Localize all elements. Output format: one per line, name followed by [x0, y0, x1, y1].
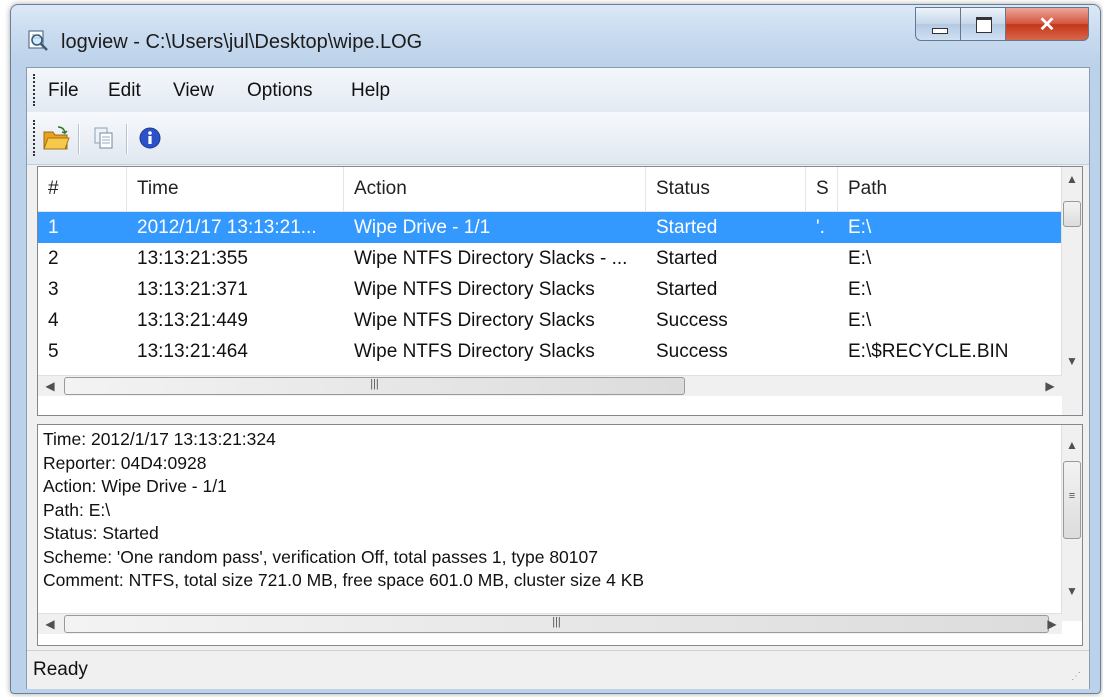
title-bar[interactable]: logview - C:\Users\jul\Desktop\wipe.LOG …: [11, 5, 1100, 67]
scroll-right-arrow-icon[interactable]: ▶: [1040, 376, 1060, 396]
cell-number: 3: [48, 279, 59, 300]
maximize-button[interactable]: [960, 7, 1006, 41]
menu-bar: File Edit View Options Help: [27, 68, 1089, 112]
size-grip-icon[interactable]: ⋰: [1071, 671, 1085, 685]
toolbar-separator: [78, 124, 80, 154]
magnifier-log-icon: [28, 30, 48, 51]
cell-path: E:\: [848, 279, 872, 300]
cell-number: 5: [48, 341, 59, 362]
cell-path: E:\$RECYCLE.BIN: [848, 341, 1009, 362]
close-icon: ✕: [1038, 14, 1056, 36]
list-vertical-scrollbar[interactable]: ▲ ▼: [1061, 167, 1082, 395]
minimize-icon: [932, 28, 948, 34]
detail-vertical-scrollbar[interactable]: ▲ ≡ ▼: [1061, 425, 1082, 621]
cell-s: [806, 274, 838, 305]
cell-action: Wipe NTFS Directory Slacks: [354, 310, 595, 331]
cell-status: Success: [656, 341, 728, 362]
detail-line: Comment: NTFS, total size 721.0 MB, free…: [43, 570, 645, 590]
cell-status: Started: [656, 217, 718, 238]
menu-file[interactable]: File: [48, 80, 79, 102]
log-list[interactable]: # Time Action Status S Path 1 2012/1/17 1…: [37, 166, 1083, 416]
maximize-icon: [976, 17, 992, 33]
scroll-left-arrow-icon[interactable]: ◀: [40, 376, 60, 396]
list-horizontal-scrollbar[interactable]: ◀ ||| ▶: [38, 375, 1062, 396]
menu-view[interactable]: View: [173, 80, 214, 102]
grip-lines-icon: |||: [552, 616, 561, 628]
grip-lines-icon: |||: [370, 378, 379, 390]
cell-s: [806, 305, 838, 336]
toolbar-separator: [126, 124, 128, 154]
detail-line: Scheme: 'One random pass', verification …: [43, 546, 598, 567]
client-area: File Edit View Options Help # Time Actio…: [26, 67, 1090, 689]
minimize-button[interactable]: [915, 7, 961, 41]
cell-action: Wipe NTFS Directory Slacks: [354, 341, 595, 362]
toolbar: [27, 112, 1089, 165]
cell-status: Started: [656, 279, 718, 300]
scroll-right-arrow-icon[interactable]: ▶: [1042, 614, 1062, 634]
column-header-action[interactable]: Action: [344, 167, 646, 211]
cell-status: Started: [656, 248, 718, 269]
table-row[interactable]: 5 13:13:21:464 Wipe NTFS Directory Slacks S…: [38, 336, 1062, 367]
detail-horizontal-scrollbar[interactable]: ◀ ||| ▶: [38, 613, 1062, 634]
cell-number: 1: [48, 217, 59, 238]
cell-number: 2: [48, 248, 59, 269]
detail-horizontal-thumb[interactable]: |||: [64, 615, 1049, 633]
detail-vertical-thumb[interactable]: ≡: [1063, 461, 1081, 539]
menu-help[interactable]: Help: [351, 80, 390, 102]
menu-grip[interactable]: [33, 74, 38, 106]
column-header-s[interactable]: S: [806, 167, 838, 211]
cell-s: '.: [816, 217, 825, 238]
cell-action: Wipe NTFS Directory Slacks: [354, 279, 595, 300]
scroll-up-arrow-icon[interactable]: ▲: [1062, 435, 1082, 455]
detail-line: Status: Started: [43, 523, 159, 543]
table-row[interactable]: 2 13:13:21:355 Wipe NTFS Directory Slacks …: [38, 243, 1062, 274]
cell-time: 13:13:21:371: [137, 279, 248, 300]
detail-line: Reporter: 04D4:0928: [43, 452, 207, 473]
grip-lines-icon: ≡: [1068, 490, 1076, 502]
cell-action: Wipe NTFS Directory Slacks - ...: [354, 248, 628, 269]
list-header: # Time Action Status S Path: [38, 167, 1062, 212]
cell-number: 4: [48, 310, 59, 331]
cell-time: 13:13:21:355: [137, 248, 248, 269]
scroll-down-arrow-icon[interactable]: ▼: [1062, 581, 1082, 601]
open-folder-icon[interactable]: [41, 123, 71, 153]
detail-pane[interactable]: Time: 2012/1/17 13:13:21:324 Reporter: 04…: [37, 424, 1083, 646]
status-bar: Ready ⋰: [27, 650, 1089, 689]
copy-icon[interactable]: [89, 123, 119, 153]
scroll-left-arrow-icon[interactable]: ◀: [40, 614, 60, 634]
cell-path: E:\: [848, 248, 872, 269]
column-header-number[interactable]: #: [38, 167, 127, 211]
column-header-status[interactable]: Status: [646, 167, 806, 211]
menu-edit[interactable]: Edit: [108, 80, 141, 102]
table-row[interactable]: 1 2012/1/17 13:13:21... Wipe Drive - 1/1 St…: [38, 212, 1062, 243]
scroll-corner: [1062, 375, 1082, 415]
cell-time: 13:13:21:449: [137, 310, 248, 331]
window-title: logview - C:\Users\jul\Desktop\wipe.LOG: [61, 31, 423, 53]
list-vertical-thumb[interactable]: [1063, 201, 1081, 227]
scroll-down-arrow-icon[interactable]: ▼: [1062, 351, 1082, 371]
toolbar-grip[interactable]: [33, 120, 38, 156]
menu-options[interactable]: Options: [247, 80, 312, 102]
app-window: logview - C:\Users\jul\Desktop\wipe.LOG …: [10, 4, 1101, 694]
status-text: Ready: [33, 659, 88, 680]
cell-s: [806, 336, 838, 367]
cell-status: Success: [656, 310, 728, 331]
scroll-up-arrow-icon[interactable]: ▲: [1062, 169, 1082, 189]
cell-s: [806, 243, 838, 274]
column-header-time[interactable]: Time: [127, 167, 344, 211]
info-icon[interactable]: [135, 123, 165, 153]
table-row[interactable]: 4 13:13:21:449 Wipe NTFS Directory Slacks S…: [38, 305, 1062, 336]
table-row[interactable]: 3 13:13:21:371 Wipe NTFS Directory Slacks S…: [38, 274, 1062, 305]
cell-path: E:\: [848, 217, 872, 238]
cell-time: 13:13:21:464: [137, 341, 248, 362]
column-header-path[interactable]: Path: [838, 167, 1062, 211]
cell-action: Wipe Drive - 1/1: [354, 217, 491, 238]
close-button[interactable]: ✕: [1005, 7, 1089, 41]
detail-line: Time: 2012/1/17 13:13:21:324: [43, 429, 276, 449]
cell-path: E:\: [848, 310, 872, 331]
list-horizontal-thumb[interactable]: |||: [64, 377, 685, 395]
detail-line: Action: Wipe Drive - 1/1: [43, 476, 227, 496]
cell-time: 2012/1/17 13:13:21...: [137, 217, 317, 238]
detail-line: Path: E:\: [43, 499, 111, 520]
